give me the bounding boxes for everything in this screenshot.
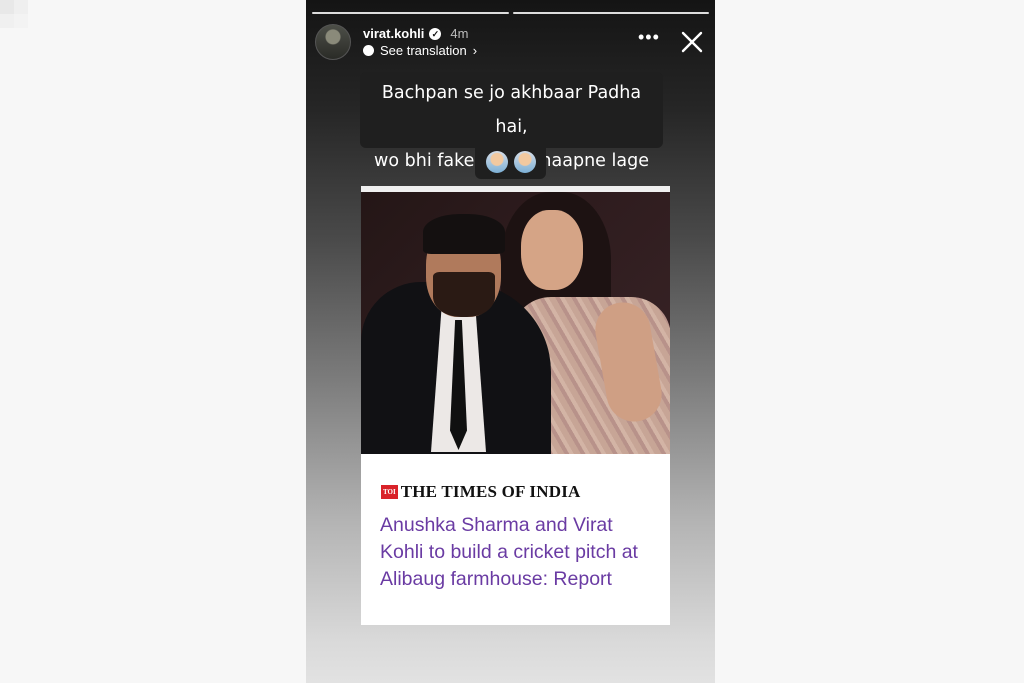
see-translation-label: See translation xyxy=(380,43,467,58)
story-progress-bars xyxy=(312,12,709,14)
post-time: 4m xyxy=(450,26,469,41)
publisher-name: THE TIMES OF INDIA xyxy=(400,482,581,501)
see-translation-link[interactable]: See translation › xyxy=(363,43,477,58)
more-options-icon[interactable]: ••• xyxy=(638,28,660,46)
man-facepalming-emoji-icon xyxy=(485,151,508,173)
caption-emojis xyxy=(475,145,546,179)
chevron-right-icon: › xyxy=(472,43,478,58)
instagram-story-viewer[interactable]: virat.kohli ✓ 4m See translation › ••• B… xyxy=(306,0,715,683)
story-caption: Bachpan se jo akhbaar Padha hai, wo bhi … xyxy=(360,72,663,205)
caption-line: Bachpan se jo akhbaar Padha hai, xyxy=(381,83,642,137)
publisher-brand: TOI THE TIMES OF INDIA xyxy=(381,482,581,502)
progress-segment xyxy=(512,12,709,14)
username[interactable]: virat.kohli xyxy=(363,26,424,41)
story-header-user[interactable]: virat.kohli ✓ 4m xyxy=(363,26,468,41)
shared-news-card[interactable]: TOI THE TIMES OF INDIA Anushka Sharma an… xyxy=(361,186,670,625)
avatar[interactable] xyxy=(315,24,351,60)
verified-badge-icon: ✓ xyxy=(429,27,442,40)
man-shrugging-emoji-icon xyxy=(513,151,536,173)
speech-bubble-icon xyxy=(363,45,374,56)
progress-segment xyxy=(312,12,509,14)
close-icon[interactable] xyxy=(678,28,706,56)
blurred-corner-thumbnail xyxy=(0,0,40,40)
article-photo xyxy=(361,192,670,454)
article-headline[interactable]: Anushka Sharma and Virat Kohli to build … xyxy=(380,512,660,593)
toi-logo-icon: TOI xyxy=(381,485,398,499)
